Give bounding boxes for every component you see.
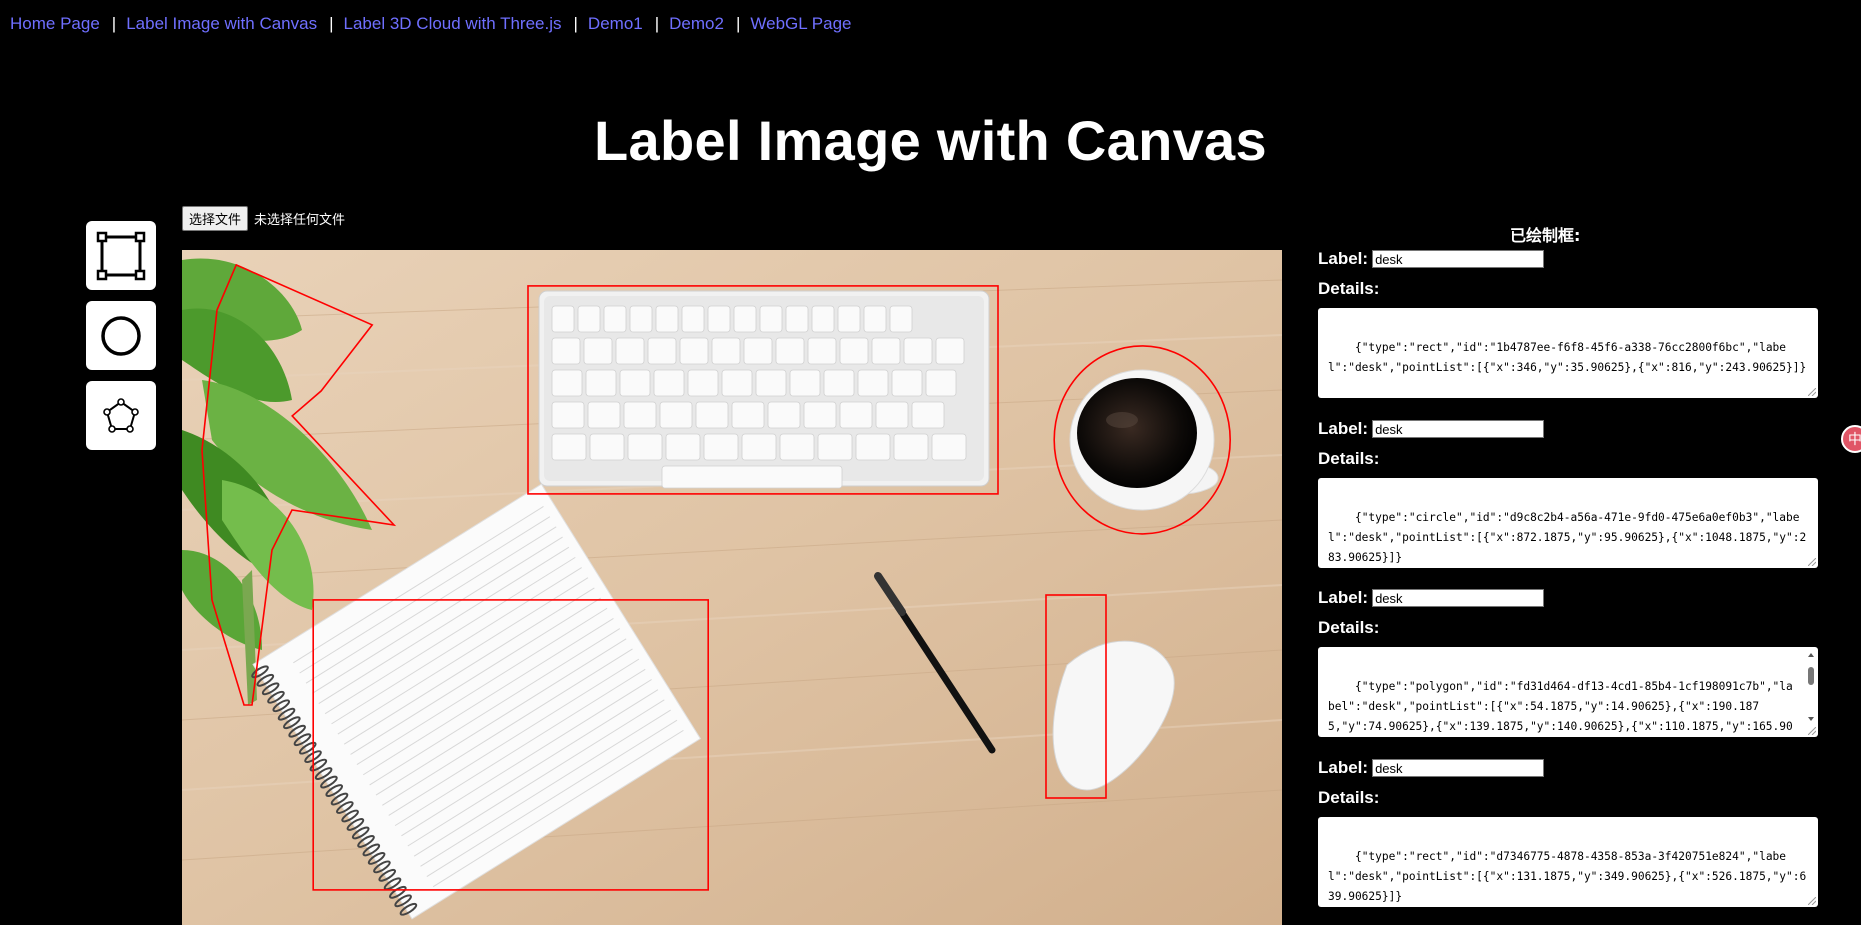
scroll-up-icon (1808, 653, 1814, 657)
label-key: Label: (1318, 249, 1369, 268)
file-input: 选择文件 未选择任何文件 (182, 206, 345, 231)
scroll-down-icon (1808, 717, 1814, 721)
annotation-entry: Label: Details: {"type":"rect","id":"d73… (1318, 757, 1818, 907)
nav-link-demo2[interactable]: Demo2 (669, 14, 724, 34)
rectangle-tool-button[interactable] (86, 221, 156, 290)
details-textarea[interactable]: {"type":"polygon","id":"fd31d464-df13-4c… (1318, 647, 1818, 737)
drawn-boxes-title: 已绘制框: (1510, 226, 1581, 245)
scroll-thumb (1808, 667, 1814, 685)
ime-indicator-badge[interactable]: 中 (1841, 425, 1861, 453)
label-key: Label: (1318, 758, 1369, 777)
nav-separator: | (735, 14, 741, 33)
circle-icon (101, 315, 141, 356)
details-key: Details: (1318, 788, 1380, 807)
nav-link-webgl[interactable]: WebGL Page (750, 14, 851, 34)
nav-link-label-3d[interactable]: Label 3D Cloud with Three.js (344, 14, 562, 34)
details-key: Details: (1318, 618, 1380, 637)
nav-separator: | (654, 14, 660, 33)
top-nav: Home Page | Label Image with Canvas | La… (10, 14, 852, 34)
details-textarea[interactable]: {"type":"circle","id":"d9c8c2b4-a56a-471… (1318, 478, 1818, 568)
nav-link-demo1[interactable]: Demo1 (588, 14, 643, 34)
choose-file-button[interactable]: 选择文件 (182, 206, 249, 231)
label-input[interactable] (1372, 589, 1545, 607)
details-text: {"type":"rect","id":"1b4787ee-f6f8-45f6-… (1328, 341, 1807, 374)
resize-grip-icon[interactable] (1808, 727, 1816, 735)
annotation-entry: Label: Details: {"type":"polygon","id":"… (1318, 587, 1818, 737)
label-input[interactable] (1372, 759, 1545, 777)
label-key: Label: (1318, 588, 1369, 607)
polygon-icon (103, 397, 139, 433)
resize-grip-icon[interactable] (1808, 388, 1816, 396)
nav-separator: | (329, 14, 334, 33)
polygon-tool-button[interactable] (86, 381, 156, 450)
circle-tool-button[interactable] (86, 301, 156, 370)
details-text: {"type":"circle","id":"d9c8c2b4-a56a-471… (1328, 511, 1807, 564)
details-text: {"type":"polygon","id":"fd31d464-df13-4c… (1328, 680, 1793, 733)
file-status: 未选择任何文件 (254, 213, 346, 228)
details-textarea[interactable]: {"type":"rect","id":"d7346775-4878-4358-… (1318, 817, 1818, 907)
rectangle-icon (96, 231, 146, 280)
details-key: Details: (1318, 449, 1380, 468)
nav-separator: | (111, 14, 117, 33)
resize-grip-icon[interactable] (1808, 897, 1816, 905)
nav-separator: | (573, 14, 578, 33)
details-textarea[interactable]: {"type":"rect","id":"1b4787ee-f6f8-45f6-… (1318, 308, 1818, 398)
label-input[interactable] (1372, 420, 1545, 438)
nav-link-home[interactable]: Home Page (10, 14, 100, 34)
annotation-entry: Label: Details: {"type":"rect","id":"1b4… (1318, 248, 1818, 398)
resize-grip-icon[interactable] (1808, 558, 1816, 566)
details-key: Details: (1318, 279, 1380, 298)
details-text: {"type":"rect","id":"d7346775-4878-4358-… (1328, 850, 1807, 903)
desk-photo (182, 250, 1282, 925)
label-key: Label: (1318, 419, 1369, 438)
annotation-entry: Label: Details: {"type":"circle","id":"d… (1318, 418, 1818, 568)
page-title: Label Image with Canvas (594, 109, 1267, 172)
scrollbar[interactable] (1806, 651, 1816, 733)
label-input[interactable] (1372, 250, 1545, 268)
nav-link-label-image[interactable]: Label Image with Canvas (126, 14, 317, 34)
label-canvas[interactable] (182, 250, 1282, 925)
